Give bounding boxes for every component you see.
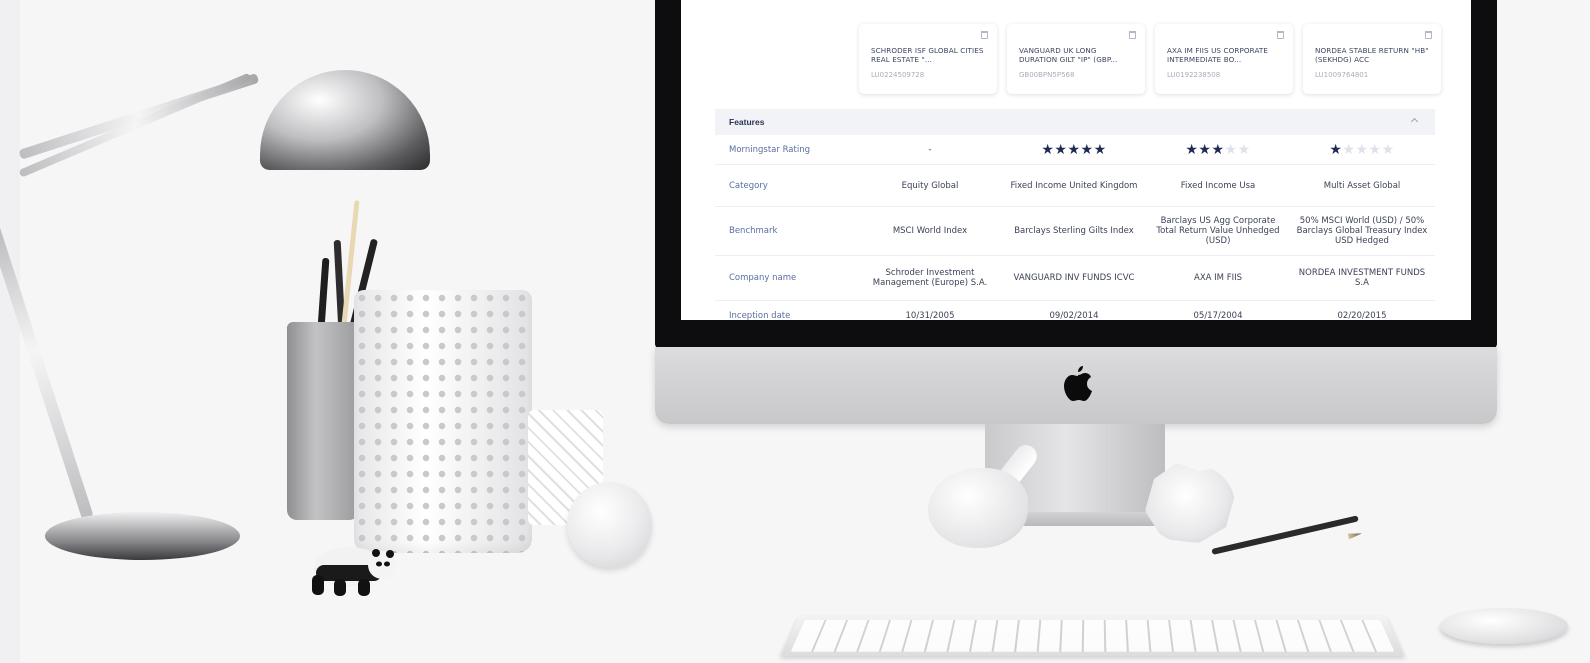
row-label: Category — [729, 180, 768, 191]
star-icon: ★ — [1067, 141, 1081, 158]
table-row-company: Company name Schroder Investment Managem… — [715, 256, 1435, 301]
table-cell: 10/31/2005 — [905, 310, 955, 321]
star-icon: ★ — [1080, 141, 1094, 158]
table-cell: NORDEA INVESTMENT FUNDS S.A — [1298, 268, 1426, 288]
pencil-tip — [1348, 531, 1363, 540]
table-cell: MSCI World Index — [892, 226, 968, 236]
table-cell: 50% MSCI World (USD) / 50% Barclays Glob… — [1296, 216, 1428, 246]
star-rating: ★★★★★ — [1146, 143, 1290, 157]
table-cell: Equity Global — [901, 180, 959, 191]
table-cell: Fixed Income Usa — [1180, 180, 1256, 191]
table-cell: Fixed Income United Kingdom — [1010, 180, 1138, 191]
star-icon: ★ — [1054, 141, 1068, 158]
table-row-inception: Inception date 10/31/2005 09/02/2014 05/… — [715, 301, 1435, 321]
table-cell: Multi Asset Global — [1323, 180, 1401, 191]
pencil — [1211, 515, 1359, 555]
star-rating: ★★★★★ — [1002, 143, 1146, 157]
bird-figurine — [928, 468, 1028, 548]
trash-icon[interactable] — [981, 31, 988, 39]
fund-name: VANGUARD UK LONG DURATION GILT "IP" (GBP… — [1019, 46, 1118, 64]
star-icon: ★ — [1237, 141, 1251, 158]
fund-card[interactable]: AXA IM FIIS US CORPORATE INTERMEDIATE BO… — [1155, 24, 1293, 94]
star-icon: ★ — [1093, 141, 1107, 158]
fund-isin: LU1009764801 — [1315, 71, 1369, 79]
glass-sphere — [567, 482, 652, 567]
star-icon: ★ — [1381, 141, 1395, 158]
fund-card[interactable]: SCHRODER ISF GLOBAL CITIES REAL ESTATE "… — [859, 24, 997, 94]
table-row-morningstar: Morningstar Rating - ★★★★★ ★★★★★ ★★★★★ — [715, 135, 1435, 165]
panda-figurine — [312, 547, 396, 596]
fund-name: SCHRODER ISF GLOBAL CITIES REAL ESTATE "… — [871, 46, 984, 64]
monitor-screen: SCHRODER ISF GLOBAL CITIES REAL ESTATE "… — [681, 0, 1471, 320]
desk-scene: SCHRODER ISF GLOBAL CITIES REAL ESTATE "… — [0, 0, 1590, 663]
table-cell: Barclays Sterling Gilts Index — [1014, 226, 1134, 236]
table-cell: AXA IM FIIS — [1194, 273, 1242, 283]
table-row-category: Category Equity Global Fixed Income Unit… — [715, 165, 1435, 207]
row-label: Morningstar Rating — [729, 144, 810, 155]
fund-isin: GB00BPN5P568 — [1019, 71, 1075, 79]
concrete-pen-cup — [287, 322, 359, 520]
white-perforated-holder — [354, 290, 532, 553]
table-cell: 09/02/2014 — [1049, 310, 1099, 321]
star-rating: ★★★★★ — [1290, 143, 1434, 157]
table-cell: VANGUARD INV FUNDS ICVC — [1013, 273, 1135, 283]
star-icon: ★ — [1041, 141, 1055, 158]
mouse — [1440, 608, 1568, 644]
keyboard-keys — [790, 620, 1395, 652]
features-table: Morningstar Rating - ★★★★★ ★★★★★ ★★★★★ C… — [715, 135, 1435, 320]
fund-isin: LU0224509728 — [871, 71, 925, 79]
fund-name: NORDEA STABLE RETURN "HB" (SEKHDG) ACC — [1315, 46, 1429, 64]
trash-icon[interactable] — [1129, 31, 1136, 39]
keyboard — [780, 615, 1405, 657]
table-cell: 02/20/2015 — [1337, 310, 1387, 321]
lamp-shade — [260, 70, 430, 170]
star-icon: ★ — [1198, 141, 1212, 158]
apple-logo-icon — [1064, 366, 1092, 401]
fund-card-list: SCHRODER ISF GLOBAL CITIES REAL ESTATE "… — [859, 24, 1441, 94]
lamp-base — [45, 512, 240, 560]
fund-card[interactable]: VANGUARD UK LONG DURATION GILT "IP" (GBP… — [1007, 24, 1145, 94]
fund-name: AXA IM FIIS US CORPORATE INTERMEDIATE BO… — [1167, 46, 1269, 64]
trash-icon[interactable] — [1425, 31, 1432, 39]
table-cell: 05/17/2004 — [1193, 310, 1243, 321]
star-icon: ★ — [1368, 141, 1382, 158]
star-icon: ★ — [1355, 141, 1369, 158]
table-cell: Barclays US Agg Corporate Total Return V… — [1156, 216, 1280, 246]
lamp-arm-upper — [18, 72, 252, 178]
star-icon: ★ — [1329, 141, 1343, 158]
row-label: Company name — [729, 273, 797, 283]
star-icon: ★ — [1342, 141, 1356, 158]
chevron-up-icon[interactable] — [1410, 117, 1419, 126]
row-label: Inception date — [729, 310, 791, 321]
row-label: Benchmark — [729, 226, 778, 236]
fund-isin: LU0192238508 — [1167, 71, 1221, 79]
features-section-header[interactable]: Features — [715, 109, 1435, 135]
trash-icon[interactable] — [1277, 31, 1284, 39]
table-cell: Schroder Investment Management (Europe) … — [872, 268, 988, 288]
pen — [317, 257, 330, 329]
star-icon: ★ — [1211, 141, 1225, 158]
left-edge-strip — [0, 0, 20, 663]
star-icon: ★ — [1224, 141, 1238, 158]
table-cell: - — [928, 144, 932, 155]
section-title: Features — [729, 117, 765, 127]
table-row-benchmark: Benchmark MSCI World Index Barclays Ster… — [715, 207, 1435, 256]
fund-card[interactable]: NORDEA STABLE RETURN "HB" (SEKHDG) ACC L… — [1303, 24, 1441, 94]
star-icon: ★ — [1185, 141, 1199, 158]
